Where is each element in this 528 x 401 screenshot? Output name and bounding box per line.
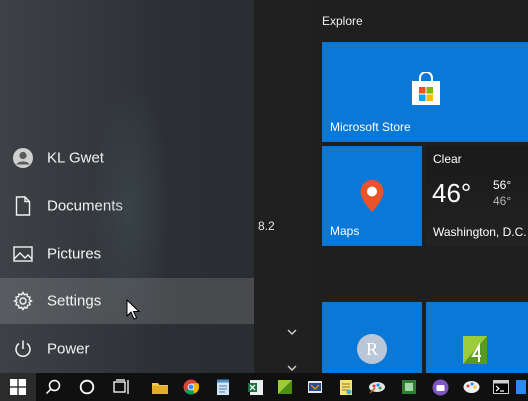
pictures-item[interactable]: Pictures xyxy=(0,231,254,277)
cortana-icon[interactable] xyxy=(72,373,102,401)
r-logo-icon: R xyxy=(357,334,387,364)
task-view-icon[interactable] xyxy=(107,373,137,401)
settings-label: Settings xyxy=(47,292,102,310)
chevron-down-icon[interactable] xyxy=(286,326,298,338)
user-name-label: KL Gwet xyxy=(47,149,104,167)
weather-tile[interactable]: Clear 46° 56° 46° Washington, D.C. xyxy=(426,146,528,246)
maps-tile[interactable]: Maps xyxy=(322,146,422,246)
app-icon[interactable] xyxy=(362,373,392,401)
app-icon[interactable] xyxy=(512,373,528,401)
search-icon[interactable] xyxy=(38,373,68,401)
documents-item[interactable]: Documents xyxy=(0,183,254,229)
taskbar xyxy=(0,373,528,401)
chrome-icon[interactable] xyxy=(176,373,206,401)
file-explorer-icon[interactable] xyxy=(145,373,175,401)
store-label: Microsoft Store xyxy=(330,120,411,134)
r-logo-letter: R xyxy=(366,339,378,359)
document-icon xyxy=(12,195,34,217)
app-icon[interactable] xyxy=(425,373,455,401)
notepad-plus-tile[interactable] xyxy=(426,302,528,373)
weather-city: Washington, D.C. xyxy=(433,225,527,239)
notepad-icon[interactable] xyxy=(208,373,238,401)
weather-low: 46° xyxy=(493,194,512,208)
app-icon[interactable] xyxy=(456,373,486,401)
app-list[interactable]: 8.2 xyxy=(254,0,314,373)
app-icon[interactable] xyxy=(270,373,300,401)
app-icon[interactable] xyxy=(300,373,330,401)
tile-group-title: Explore xyxy=(322,14,363,28)
user-account-item[interactable]: KL Gwet xyxy=(0,135,254,181)
power-icon xyxy=(12,338,34,360)
notepad-plus-icon xyxy=(463,336,487,364)
map-pin-icon xyxy=(360,180,384,212)
r-app-tile[interactable]: R xyxy=(322,302,422,373)
pictures-label: Pictures xyxy=(47,245,102,263)
picture-icon xyxy=(12,243,34,265)
app-list-text: 8.2 xyxy=(258,219,275,233)
user-avatar-icon xyxy=(12,147,34,169)
start-menu-rail: KL Gwet Documents Pictures Settings Powe… xyxy=(0,0,254,373)
maps-label: Maps xyxy=(330,224,360,238)
weather-high: 56° xyxy=(493,178,512,192)
weather-temperature: 46° xyxy=(432,178,472,208)
excel-icon[interactable] xyxy=(240,373,270,401)
store-bag-icon xyxy=(412,72,440,105)
start-menu: KL Gwet Documents Pictures Settings Powe… xyxy=(0,0,528,373)
settings-item[interactable]: Settings xyxy=(0,278,254,324)
microsoft-store-tile[interactable]: Microsoft Store xyxy=(322,42,528,142)
weather-condition: Clear xyxy=(433,152,462,166)
tiles-area: Explore Microsoft Store Maps Clear 46° 5… xyxy=(314,0,528,373)
app-icon[interactable] xyxy=(331,373,361,401)
documents-label: Documents xyxy=(47,197,123,215)
app-icon[interactable] xyxy=(394,373,424,401)
power-item[interactable]: Power xyxy=(0,326,254,372)
power-label: Power xyxy=(47,340,90,358)
gear-icon xyxy=(12,290,34,312)
chevron-down-icon[interactable] xyxy=(286,362,298,373)
windows-start-icon[interactable] xyxy=(0,373,36,401)
